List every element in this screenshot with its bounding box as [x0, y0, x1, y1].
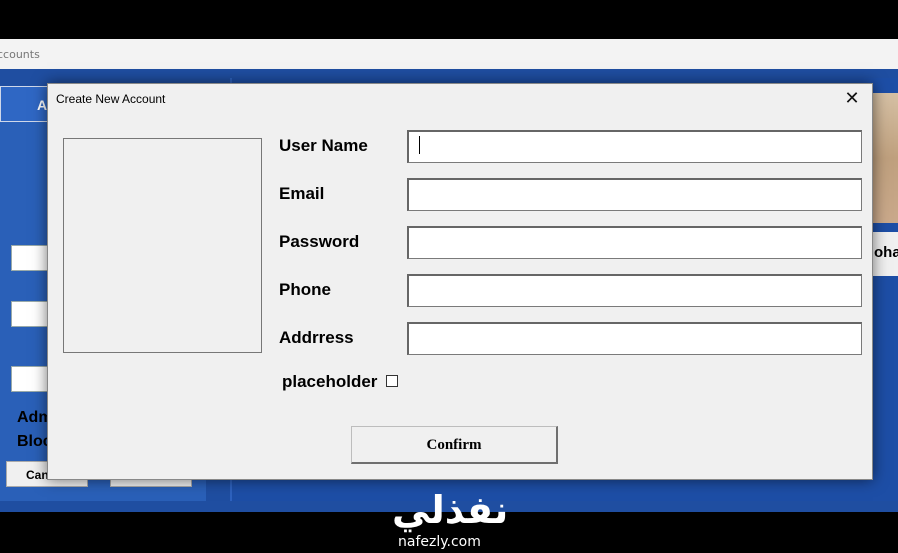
phone-input[interactable] [407, 274, 862, 307]
dialog-title: Create New Account [56, 92, 166, 106]
password-input[interactable] [407, 226, 862, 259]
bg-input-2[interactable] [11, 301, 51, 327]
placeholder-checkbox[interactable] [386, 375, 398, 387]
photo-box[interactable] [63, 138, 262, 353]
phone-label: Phone [279, 280, 331, 299]
cancel-button-label: Can [26, 468, 49, 482]
address-input[interactable] [407, 322, 862, 355]
create-account-dialog: Create New Account ✕ User Name Email Pas… [47, 83, 873, 480]
email-label: Email [279, 184, 325, 203]
email-input[interactable] [407, 178, 862, 211]
watermark-logo: نفذلي [392, 488, 509, 532]
app-titlebar: ccounts [0, 39, 898, 69]
text-caret [419, 136, 420, 154]
watermark-url: nafezly.com [398, 534, 481, 550]
profile-name: oha [872, 232, 898, 276]
profile-name-text: oha [874, 244, 898, 261]
top-nav-button[interactable]: A [0, 86, 48, 122]
confirm-button[interactable]: Confirm [351, 426, 558, 464]
bg-input-3[interactable] [11, 366, 51, 392]
address-label: Addrress [279, 328, 354, 347]
username-input[interactable] [407, 130, 862, 163]
profile-photo [872, 93, 898, 223]
password-label: Password [279, 232, 360, 251]
bg-input-1[interactable] [11, 245, 51, 271]
username-label: User Name [279, 136, 368, 155]
close-icon[interactable]: ✕ [838, 86, 866, 110]
checkbox-label: placeholder [282, 372, 378, 391]
app-title: ccounts [0, 48, 40, 61]
top-nav-button-label: A [37, 97, 48, 113]
